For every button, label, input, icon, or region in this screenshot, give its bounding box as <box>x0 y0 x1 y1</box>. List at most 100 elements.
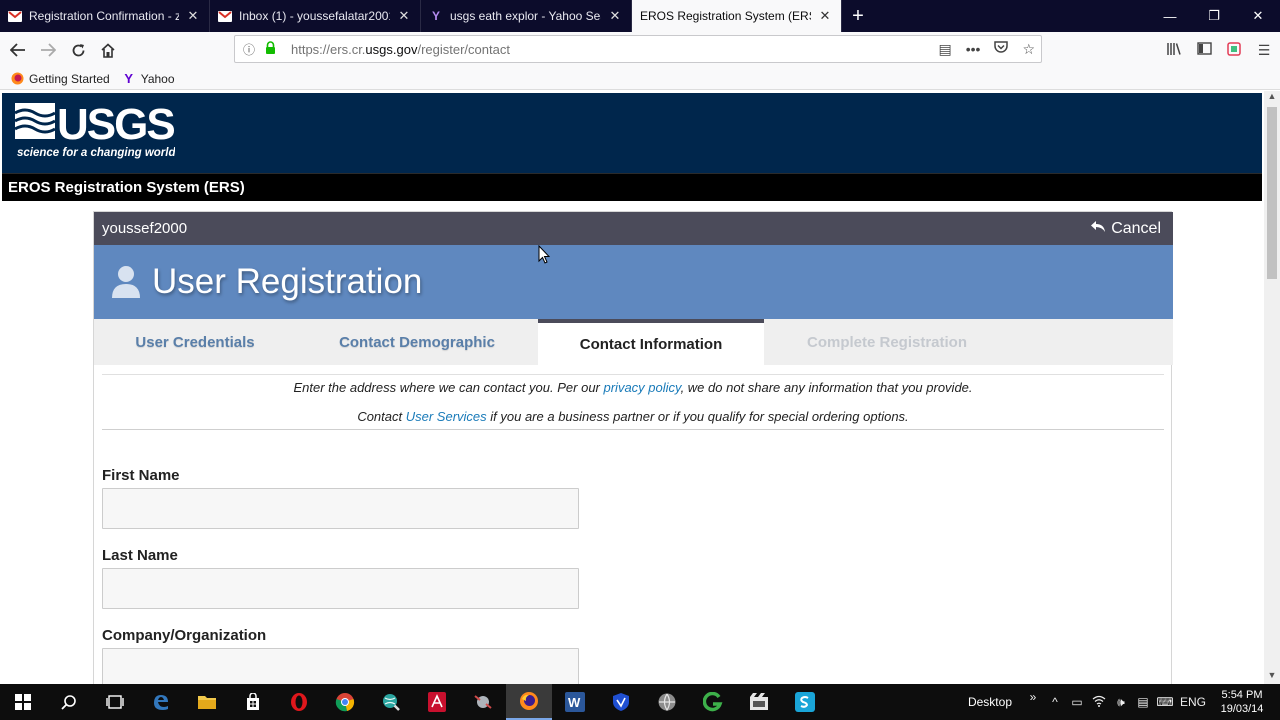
firefox-taskbar-icon[interactable] <box>506 684 552 720</box>
tab-eros-registration[interactable]: EROS Registration System (ERS) ✕ <box>632 0 842 32</box>
url-text: https://ers.cr.usgs.gov/register/contact <box>291 41 510 57</box>
globe-search-icon[interactable] <box>368 684 414 720</box>
windows-start-icon[interactable] <box>0 684 46 720</box>
user-bar: youssef2000 Cancel <box>94 212 1173 245</box>
address-bar[interactable]: ⓘ https://ers.cr.usgs.gov/register/conta… <box>234 35 1042 63</box>
home-icon <box>101 42 115 58</box>
company-label: Company/Organization <box>102 627 267 644</box>
undo-arrow-icon <box>1090 220 1106 237</box>
svg-text:USGS: USGS <box>57 101 174 149</box>
back-button[interactable] <box>3 35 33 65</box>
tab-yahoo-search[interactable]: Y usgs eath explor - Yahoo Searc ✕ <box>421 0 632 32</box>
username: youssef2000 <box>102 220 188 237</box>
acrobat-icon[interactable] <box>414 684 460 720</box>
chevron-right-icon[interactable]: » <box>1022 690 1044 704</box>
green-app-icon[interactable] <box>690 684 736 720</box>
screen-recorder-icon[interactable] <box>782 684 828 720</box>
opera-icon[interactable] <box>276 684 322 720</box>
page-actions-icon[interactable]: ••• <box>966 41 981 57</box>
bookmarks-toolbar: Getting Started Y Yahoo <box>0 68 1280 90</box>
registration-steps: User Credentials Contact Demographic Con… <box>94 319 1173 365</box>
taskbar: W Desktop » ^ ▭ 🕪 ▤ ⌨ ENG 5:54 PM 19/03/… <box>0 684 1280 720</box>
shield-app-icon[interactable] <box>598 684 644 720</box>
chrome-icon[interactable] <box>322 684 368 720</box>
scroll-down-icon[interactable]: ▼ <box>1264 670 1280 684</box>
reader-view-icon[interactable]: ▤ <box>938 41 951 58</box>
svg-text:W: W <box>568 695 581 710</box>
step-contact-information[interactable]: Contact Information <box>538 319 764 365</box>
registration-header: User Registration <box>94 245 1173 319</box>
svg-text:science for a changing world: science for a changing world <box>17 147 175 159</box>
desktop-toolbar-label[interactable]: Desktop <box>968 695 1012 709</box>
restore-icon[interactable]: ❐ <box>1192 0 1236 32</box>
satellite-app-icon[interactable] <box>460 684 506 720</box>
forward-arrow-icon <box>41 43 56 57</box>
privacy-policy-link[interactable]: privacy policy <box>604 380 681 395</box>
clock[interactable]: 5:54 PM 19/03/14 <box>1210 688 1274 716</box>
keyboard-icon[interactable]: ⌨ <box>1154 695 1176 709</box>
pocket-extension-icon[interactable] <box>1224 41 1244 59</box>
notice-line-services: Contact User Services if you are a busin… <box>357 409 909 424</box>
usgs-header: USGS science for a changing world <box>2 93 1262 173</box>
browser-tab-strip: Registration Confirmation - zin ✕ Inbox … <box>0 0 1280 32</box>
close-tab-icon[interactable]: ✕ <box>607 8 623 24</box>
file-explorer-icon[interactable] <box>184 684 230 720</box>
yahoo-icon: Y <box>431 9 440 23</box>
last-name-field[interactable] <box>102 568 579 609</box>
close-tab-icon[interactable]: ✕ <box>817 8 833 24</box>
window-controls: — ❐ ✕ <box>1148 0 1280 32</box>
task-view-icon[interactable] <box>92 684 138 720</box>
bookmark-getting-started[interactable]: Getting Started <box>10 72 110 86</box>
bookmark-star-icon[interactable]: ☆ <box>1022 41 1035 58</box>
first-name-field[interactable] <box>102 488 579 529</box>
first-name-label: First Name <box>102 467 180 484</box>
language-indicator[interactable]: ENG <box>1176 695 1210 709</box>
usgs-logo[interactable]: USGS science for a changing world <box>14 100 176 161</box>
back-arrow-icon <box>10 43 25 57</box>
chevron-up-icon[interactable]: ^ <box>1044 695 1066 709</box>
user-services-link[interactable]: User Services <box>406 409 487 424</box>
company-field[interactable] <box>102 648 579 684</box>
minimize-icon[interactable]: — <box>1148 0 1192 32</box>
tab-registration-confirmation[interactable]: Registration Confirmation - zin ✕ <box>0 0 210 32</box>
new-tab-button[interactable]: + <box>842 0 874 32</box>
sidebar-icon[interactable] <box>1194 42 1214 58</box>
reload-icon <box>72 43 84 56</box>
menu-icon[interactable]: ☰ <box>1254 42 1274 59</box>
bookmark-yahoo[interactable]: Y Yahoo <box>122 71 174 86</box>
scrollbar-thumb[interactable] <box>1267 107 1277 279</box>
word-icon[interactable]: W <box>552 684 598 720</box>
store-icon[interactable] <box>230 684 276 720</box>
video-editor-icon[interactable] <box>736 684 782 720</box>
earth-app-icon[interactable] <box>644 684 690 720</box>
volume-icon[interactable]: 🕪 <box>1110 695 1132 710</box>
close-tab-icon[interactable]: ✕ <box>396 8 412 24</box>
battery-icon[interactable]: ▭ <box>1066 695 1088 709</box>
tab-inbox[interactable]: Inbox (1) - youssefalatar2001@ ✕ <box>210 0 421 32</box>
user-icon <box>110 264 142 300</box>
cancel-button[interactable]: Cancel <box>1090 212 1161 245</box>
page-scrollbar[interactable]: ▲ ▼ <box>1264 91 1280 684</box>
library-icon[interactable] <box>1164 42 1184 59</box>
action-center-icon[interactable]: ▤ <box>1132 695 1154 709</box>
firefox-icon <box>10 72 24 86</box>
forward-button[interactable] <box>33 35 63 65</box>
page-title: User Registration <box>152 262 423 301</box>
search-icon[interactable] <box>46 684 92 720</box>
scroll-up-icon[interactable]: ▲ <box>1264 91 1280 105</box>
edge-icon[interactable] <box>138 684 184 720</box>
lock-icon[interactable] <box>265 41 281 57</box>
pocket-icon[interactable] <box>994 41 1009 57</box>
info-icon[interactable]: ⓘ <box>243 41 259 58</box>
reload-button[interactable] <box>63 35 93 65</box>
yahoo-icon: Y <box>124 71 134 86</box>
wifi-icon[interactable] <box>1088 695 1110 710</box>
step-contact-demographic[interactable]: Contact Demographic <box>296 319 538 365</box>
step-complete-registration: Complete Registration <box>806 333 968 351</box>
close-tab-icon[interactable]: ✕ <box>185 8 201 24</box>
gmail-icon <box>8 9 22 23</box>
window-close-icon[interactable]: ✕ <box>1236 0 1280 32</box>
home-button[interactable] <box>93 35 123 65</box>
system-title: EROS Registration System (ERS) <box>2 173 1262 201</box>
step-user-credentials[interactable]: User Credentials <box>94 319 296 365</box>
